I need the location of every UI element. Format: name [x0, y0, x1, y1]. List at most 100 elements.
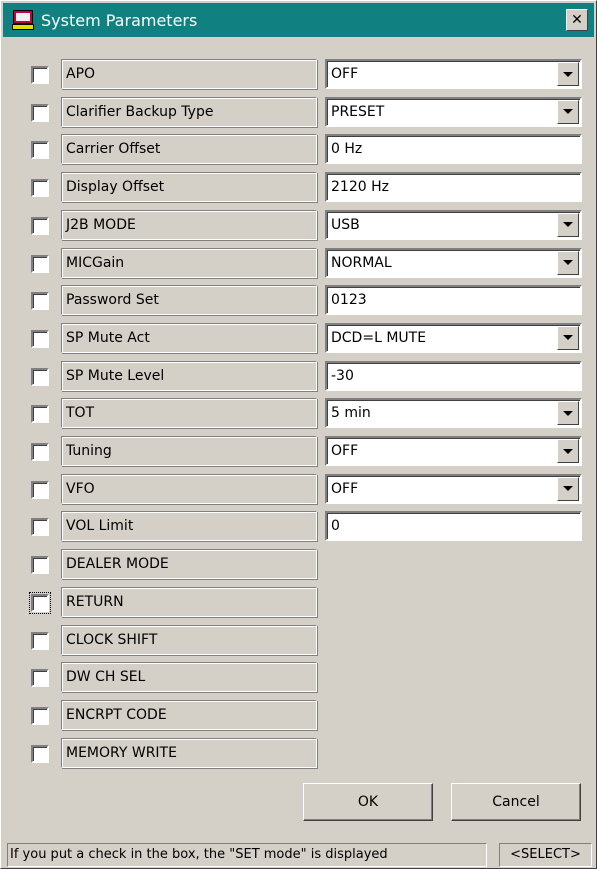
- param-checkbox[interactable]: [31, 216, 49, 235]
- param-row: Password Set 0123: [1, 285, 597, 316]
- param-label: MICGain: [61, 247, 317, 278]
- param-label: SP Mute Level: [61, 360, 317, 391]
- param-row: CLOCK SHIFT: [1, 624, 597, 655]
- param-input[interactable]: 2120 Hz: [325, 172, 582, 203]
- chevron-down-icon: [563, 448, 573, 454]
- param-row: SP Mute Level -30: [1, 360, 597, 391]
- param-label: Tuning: [61, 436, 317, 466]
- title-bar[interactable]: System Parameters ✕: [3, 3, 594, 37]
- param-checkbox[interactable]: [31, 443, 49, 461]
- chevron-down-icon: [563, 71, 573, 77]
- param-checkbox[interactable]: [31, 179, 49, 198]
- param-value: 2120 Hz: [331, 179, 389, 196]
- param-value: DCD=L MUTE: [331, 329, 427, 346]
- param-row: SP Mute Act DCD=L MUTE: [1, 322, 597, 353]
- param-label: RETURN: [61, 586, 317, 617]
- param-input[interactable]: 0123: [325, 285, 582, 316]
- chevron-down-icon: [563, 260, 573, 265]
- param-value: OFF: [331, 443, 359, 459]
- param-row: VFO OFF: [1, 473, 597, 504]
- dropdown-button[interactable]: [557, 476, 579, 501]
- chevron-down-icon: [563, 410, 573, 416]
- param-value: OFF: [331, 66, 359, 82]
- ok-button[interactable]: OK: [303, 783, 433, 821]
- param-row: ENCRPT CODE: [1, 699, 597, 730]
- param-checkbox[interactable]: [31, 706, 49, 725]
- param-row: DW CH SEL: [1, 662, 597, 693]
- param-label: Display Offset: [61, 172, 317, 203]
- param-row: Clarifier Backup Type PRESET: [1, 96, 597, 127]
- param-value: OFF: [331, 480, 359, 497]
- param-checkbox[interactable]: [31, 292, 49, 311]
- cancel-button[interactable]: Cancel: [451, 783, 581, 821]
- param-label: VFO: [61, 473, 317, 504]
- status-mode: <SELECT>: [499, 843, 592, 867]
- param-dropdown[interactable]: NORMAL: [325, 247, 582, 278]
- param-dropdown[interactable]: OFF: [325, 473, 582, 504]
- param-value: 0123: [331, 292, 367, 309]
- param-label: ENCRPT CODE: [61, 699, 317, 730]
- param-row: TOT 5 min: [1, 398, 597, 429]
- param-checkbox[interactable]: [31, 405, 49, 424]
- param-checkbox[interactable]: [31, 518, 49, 537]
- param-row: Tuning OFF: [1, 436, 597, 466]
- dropdown-button[interactable]: [557, 325, 579, 350]
- param-dropdown[interactable]: DCD=L MUTE: [325, 322, 582, 353]
- chevron-down-icon: [563, 486, 573, 492]
- param-label: VOL Limit: [61, 511, 317, 542]
- param-checkbox[interactable]: [31, 329, 49, 348]
- dropdown-button[interactable]: [557, 62, 579, 86]
- param-checkbox[interactable]: [31, 556, 49, 575]
- param-row: APO OFF: [1, 59, 597, 89]
- param-dropdown[interactable]: OFF: [325, 59, 582, 89]
- param-input[interactable]: 0 Hz: [325, 134, 582, 165]
- param-row: Carrier Offset 0 Hz: [1, 134, 597, 165]
- param-dropdown[interactable]: USB: [325, 209, 582, 240]
- param-label: MEMORY WRITE: [61, 737, 317, 768]
- param-label: Password Set: [61, 285, 317, 316]
- param-row: MICGain NORMAL: [1, 247, 597, 278]
- param-label: J2B MODE: [61, 209, 317, 240]
- param-value: 0 Hz: [331, 141, 363, 158]
- status-message: If you put a check in the box, the "SET …: [7, 843, 487, 867]
- param-checkbox[interactable]: [31, 631, 49, 650]
- param-checkbox[interactable]: [31, 141, 49, 160]
- dropdown-button[interactable]: [557, 99, 579, 124]
- param-input[interactable]: 0: [325, 511, 582, 542]
- param-input[interactable]: -30: [325, 360, 582, 391]
- param-value: USB: [331, 216, 360, 233]
- param-checkbox[interactable]: [31, 103, 49, 122]
- param-label: CLOCK SHIFT: [61, 624, 317, 655]
- computer-icon: [11, 8, 35, 32]
- param-value: 0: [331, 518, 340, 535]
- param-row: MEMORY WRITE: [1, 737, 597, 768]
- param-label: DW CH SEL: [61, 662, 317, 693]
- dropdown-button[interactable]: [557, 401, 579, 426]
- param-dropdown[interactable]: PRESET: [325, 96, 582, 127]
- chevron-down-icon: [563, 222, 573, 228]
- param-checkbox[interactable]: [31, 254, 49, 273]
- param-value: 5 min: [331, 405, 371, 422]
- dropdown-button[interactable]: [557, 250, 579, 275]
- param-checkbox[interactable]: [29, 591, 51, 614]
- system-parameters-window: System Parameters ✕ APO OFF Clarifier Back…: [0, 0, 597, 869]
- param-label: TOT: [61, 398, 317, 429]
- param-row: RETURN: [1, 586, 597, 617]
- param-value: NORMAL: [331, 254, 392, 271]
- param-checkbox[interactable]: [31, 367, 49, 386]
- chevron-down-icon: [563, 109, 573, 115]
- param-value: PRESET: [331, 103, 385, 120]
- param-dropdown[interactable]: 5 min: [325, 398, 582, 429]
- param-checkbox[interactable]: [31, 66, 49, 84]
- dropdown-button[interactable]: [557, 439, 579, 463]
- close-button[interactable]: ✕: [566, 9, 588, 31]
- param-checkbox[interactable]: [31, 744, 49, 763]
- param-dropdown[interactable]: OFF: [325, 436, 582, 466]
- param-checkbox[interactable]: [31, 480, 49, 499]
- dropdown-button[interactable]: [557, 212, 579, 237]
- param-row: Display Offset 2120 Hz: [1, 172, 597, 203]
- param-row: J2B MODE USB: [1, 209, 597, 240]
- param-label: APO: [61, 59, 317, 89]
- param-checkbox[interactable]: [31, 669, 49, 688]
- param-label: SP Mute Act: [61, 322, 317, 353]
